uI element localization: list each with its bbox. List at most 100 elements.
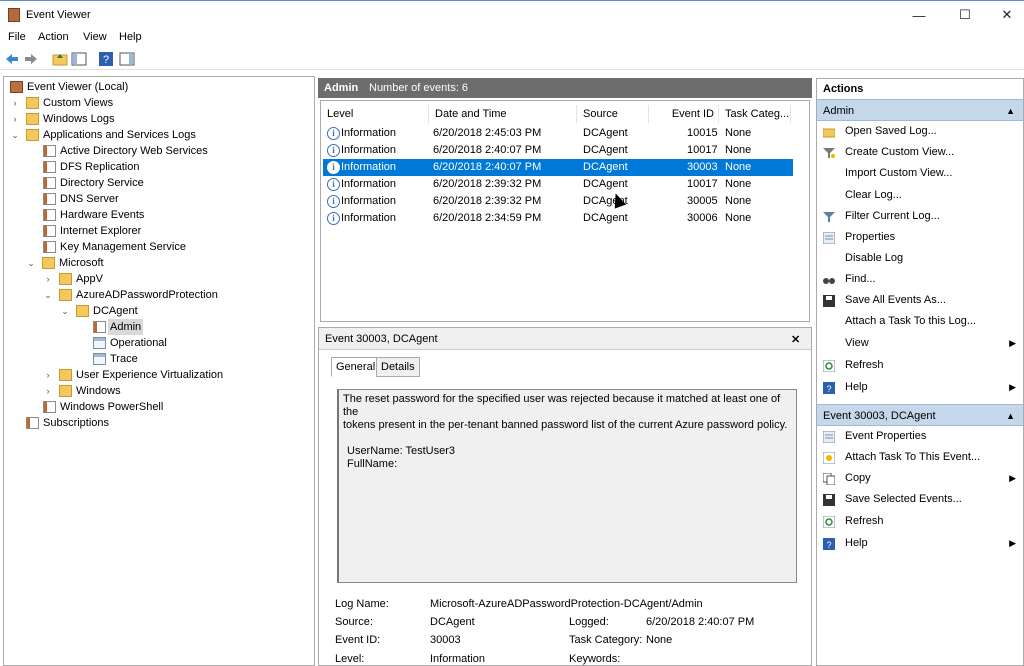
menu-view[interactable]: View — [83, 31, 107, 43]
chevron-right-icon[interactable]: › — [43, 271, 53, 287]
cell-task: None — [725, 127, 752, 139]
log-icon — [43, 177, 56, 189]
action-clear-log[interactable]: Clear Log... — [817, 185, 1023, 206]
maximize-button[interactable]: ☐ — [948, 1, 982, 29]
information-icon: i — [327, 161, 340, 174]
log-icon — [43, 241, 56, 253]
table-row[interactable]: i Information 6/20/2018 2:39:32 PM DCAgent 1… — [323, 176, 793, 193]
logged-label: Logged: — [569, 616, 609, 628]
column-header-task-category[interactable]: Task Categ... — [719, 105, 791, 123]
chevron-down-icon[interactable]: ⌄ — [10, 127, 20, 143]
tree-label: Custom Views — [43, 97, 114, 109]
cell-source: DCAgent — [583, 161, 628, 173]
tree-label: DNS Server — [60, 193, 119, 205]
submenu-arrow-icon: ▶ — [1009, 382, 1016, 392]
up-folder-icon[interactable] — [52, 51, 68, 67]
minimize-button[interactable]: — — [902, 1, 936, 29]
folder-icon — [26, 113, 39, 125]
action-create-custom-view[interactable]: Create Custom View... — [817, 142, 1023, 163]
refresh-icon — [823, 516, 835, 528]
close-button[interactable]: ✕ — [990, 1, 1024, 29]
chevron-down-icon[interactable]: ⌄ — [43, 287, 53, 303]
action-view[interactable]: View ▶ — [817, 333, 1023, 354]
show-hide-tree-icon[interactable] — [71, 51, 87, 67]
cell-date: 6/20/2018 2:40:07 PM — [433, 161, 542, 173]
action-find[interactable]: Find... — [817, 269, 1023, 290]
cell-event-id: 30006 — [687, 212, 718, 224]
filter-icon — [823, 212, 835, 222]
tab-details[interactable]: Details — [376, 357, 420, 377]
action-filter-current-log[interactable]: Filter Current Log... — [817, 206, 1023, 227]
action-save-all-events-as[interactable]: Save All Events As... — [817, 290, 1023, 311]
menu-help[interactable]: Help — [119, 31, 142, 43]
tree-label: Hardware Events — [60, 209, 145, 221]
action-attach-task-to-log[interactable]: Attach a Task To this Log... — [817, 311, 1023, 332]
source-value: DCAgent — [430, 616, 475, 628]
chevron-down-icon[interactable]: ⌄ — [60, 303, 70, 319]
action-label: Create Custom View... — [845, 146, 955, 158]
tab-general[interactable]: General — [331, 357, 381, 377]
table-row-selected[interactable]: i Information 6/20/2018 2:40:07 PM DCAgent 3… — [323, 159, 793, 176]
tree-label: Event Viewer (Local) — [27, 81, 129, 93]
action-save-selected-events[interactable]: Save Selected Events... — [817, 489, 1023, 510]
action-event-properties[interactable]: Event Properties — [817, 426, 1023, 447]
doc-icon — [93, 337, 106, 349]
collapse-up-icon[interactable]: ▲ — [1006, 405, 1015, 427]
action-label: Clear Log... — [845, 189, 902, 201]
table-row[interactable]: i Information 6/20/2018 2:45:03 PM DCAgent 1… — [323, 125, 793, 142]
cell-task: None — [725, 144, 752, 156]
column-header-level[interactable]: Level — [321, 105, 429, 123]
action-properties[interactable]: Properties — [817, 227, 1023, 248]
cell-event-id: 10017 — [687, 144, 718, 156]
column-header-event-id[interactable]: Event ID — [649, 105, 719, 123]
back-arrow-icon[interactable] — [4, 51, 20, 67]
action-help-event[interactable]: ? Help ▶ — [817, 533, 1023, 554]
action-label: Help — [845, 381, 868, 393]
action-disable-log[interactable]: Disable Log — [817, 248, 1023, 269]
fullname-line: FullName: — [347, 458, 398, 470]
level-value: Information — [430, 653, 486, 665]
tree-label: Internet Explorer — [60, 225, 142, 237]
cell-task: None — [725, 195, 752, 207]
action-import-custom-view[interactable]: Import Custom View... — [817, 163, 1023, 184]
cell-date: 6/20/2018 2:39:32 PM — [433, 195, 542, 207]
column-header-date-and-time[interactable]: Date and Time — [429, 105, 577, 123]
chevron-right-icon[interactable]: › — [10, 95, 20, 111]
column-header-source[interactable]: Source — [577, 105, 649, 123]
action-label: Open Saved Log... — [845, 125, 937, 137]
action-help[interactable]: ? Help ▶ — [817, 377, 1023, 398]
action-open-saved-log[interactable]: Open Saved Log... — [817, 121, 1023, 142]
table-row[interactable]: i Information 6/20/2018 2:39:32 PM DCAgent 3… — [323, 193, 793, 210]
collapse-up-icon[interactable]: ▲ — [1006, 100, 1015, 122]
chevron-right-icon[interactable]: › — [10, 111, 20, 127]
cell-level: Information — [341, 195, 397, 207]
forward-arrow-icon[interactable] — [23, 51, 39, 67]
action-refresh-event[interactable]: Refresh — [817, 511, 1023, 532]
show-hide-action-pane-icon[interactable] — [119, 51, 135, 67]
action-label: Find... — [845, 273, 876, 285]
menu-action[interactable]: Action — [38, 31, 69, 43]
help-icon: ? — [823, 538, 835, 550]
action-copy[interactable]: Copy ▶ — [817, 468, 1023, 489]
actions-section-event[interactable]: Event 30003, DCAgent ▲ — [817, 404, 1023, 426]
actions-section-admin[interactable]: Admin ▲ — [817, 99, 1023, 121]
information-icon: i — [327, 144, 340, 157]
table-row[interactable]: i Information 6/20/2018 2:40:07 PM DCAgent 1… — [323, 142, 793, 159]
chevron-down-icon[interactable]: ⌄ — [26, 255, 36, 271]
svg-text:?: ? — [826, 540, 831, 550]
table-row[interactable]: i Information 6/20/2018 2:34:59 PM DCAgent 3… — [323, 210, 793, 227]
information-icon: i — [327, 127, 340, 140]
menu-file[interactable]: File — [8, 31, 26, 43]
chevron-right-icon[interactable]: › — [43, 367, 53, 383]
action-attach-task-to-event[interactable]: Attach Task To This Event... — [817, 447, 1023, 468]
help-icon[interactable]: ? — [98, 51, 114, 67]
close-detail-icon[interactable]: ✕ — [791, 333, 800, 346]
section-title: Admin — [823, 105, 855, 117]
action-refresh[interactable]: Refresh — [817, 355, 1023, 376]
submenu-arrow-icon: ▶ — [1009, 338, 1016, 348]
event-detail-pane: Event 30003, DCAgent ✕ General Details T… — [318, 327, 812, 666]
log-name-label: Log Name: — [335, 598, 389, 610]
chevron-right-icon[interactable]: › — [43, 383, 53, 399]
log-header: Admin Number of events: 6 — [318, 78, 812, 98]
logged-value: 6/20/2018 2:40:07 PM — [646, 616, 755, 628]
